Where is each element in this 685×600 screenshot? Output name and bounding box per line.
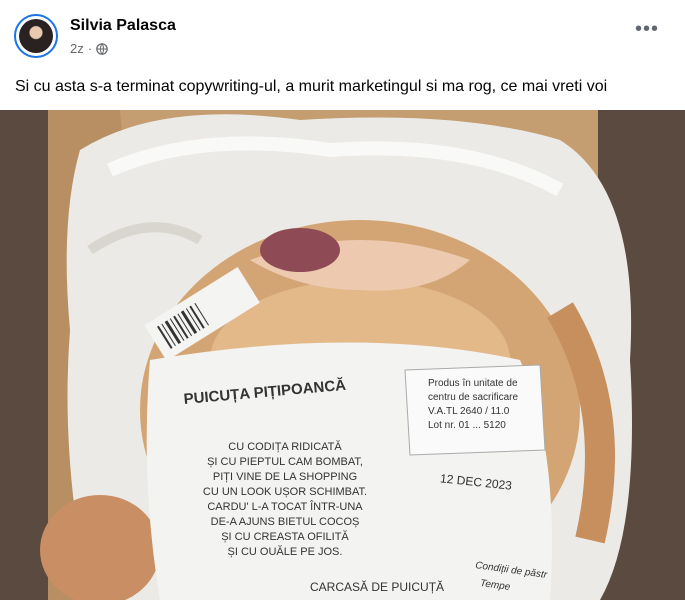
more-options-button[interactable]: ••• [635, 19, 659, 39]
label-product-info: Produs în unitate de centru de sacrifica… [428, 377, 518, 433]
product-info-line: Produs în unitate de [428, 378, 518, 389]
post-time[interactable]: 2z [70, 41, 84, 56]
poem-line: ȘI CU CREASTA OFILITĂ [221, 531, 349, 543]
poem-line: DE-A AJUNS BIETUL COCOȘ [210, 516, 360, 528]
avatar[interactable] [14, 14, 58, 58]
poem-line: CU CODIȚA RIDICATĂ [228, 441, 342, 453]
poem-line: CARDU' L-A TOCAT ÎNTR-UNA [207, 501, 363, 513]
poem-line: ȘI CU OUĂLE PE JOS. [227, 546, 343, 558]
label-carcass: CARCASĂ DE PUICUȚĂ [310, 580, 445, 594]
globe-icon [96, 42, 108, 55]
poem-line: PIȚI VINE DE LA SHOPPING [212, 471, 358, 483]
product-info-line: Lot nr. 01 ... 5120 [428, 420, 506, 431]
poem-line: ȘI CU PIEPTUL CAM BOMBAT, [207, 456, 363, 468]
product-info-line: centru de sacrificare [428, 392, 519, 403]
post-text: Si cu asta s-a terminat copywriting-ul, … [15, 78, 608, 95]
post-photo[interactable]: PUICUȚA PIȚIPOANCĂ CU CODIȚA RIDICATĂ ȘI… [0, 110, 685, 600]
author-name[interactable]: Silvia Palasca [70, 17, 176, 35]
post-header: Silvia Palasca 2z · ••• [0, 0, 685, 70]
label-poem: CU CODIȚA RIDICATĂ ȘI CU PIEPTUL CAM BOM… [200, 440, 370, 560]
post-meta: 2z · [70, 41, 108, 56]
poem-line: CU UN LOOK UȘOR SCHIMBAT. [202, 486, 368, 498]
product-info-line: V.A.TL 2640 / 11.0 [428, 406, 510, 417]
